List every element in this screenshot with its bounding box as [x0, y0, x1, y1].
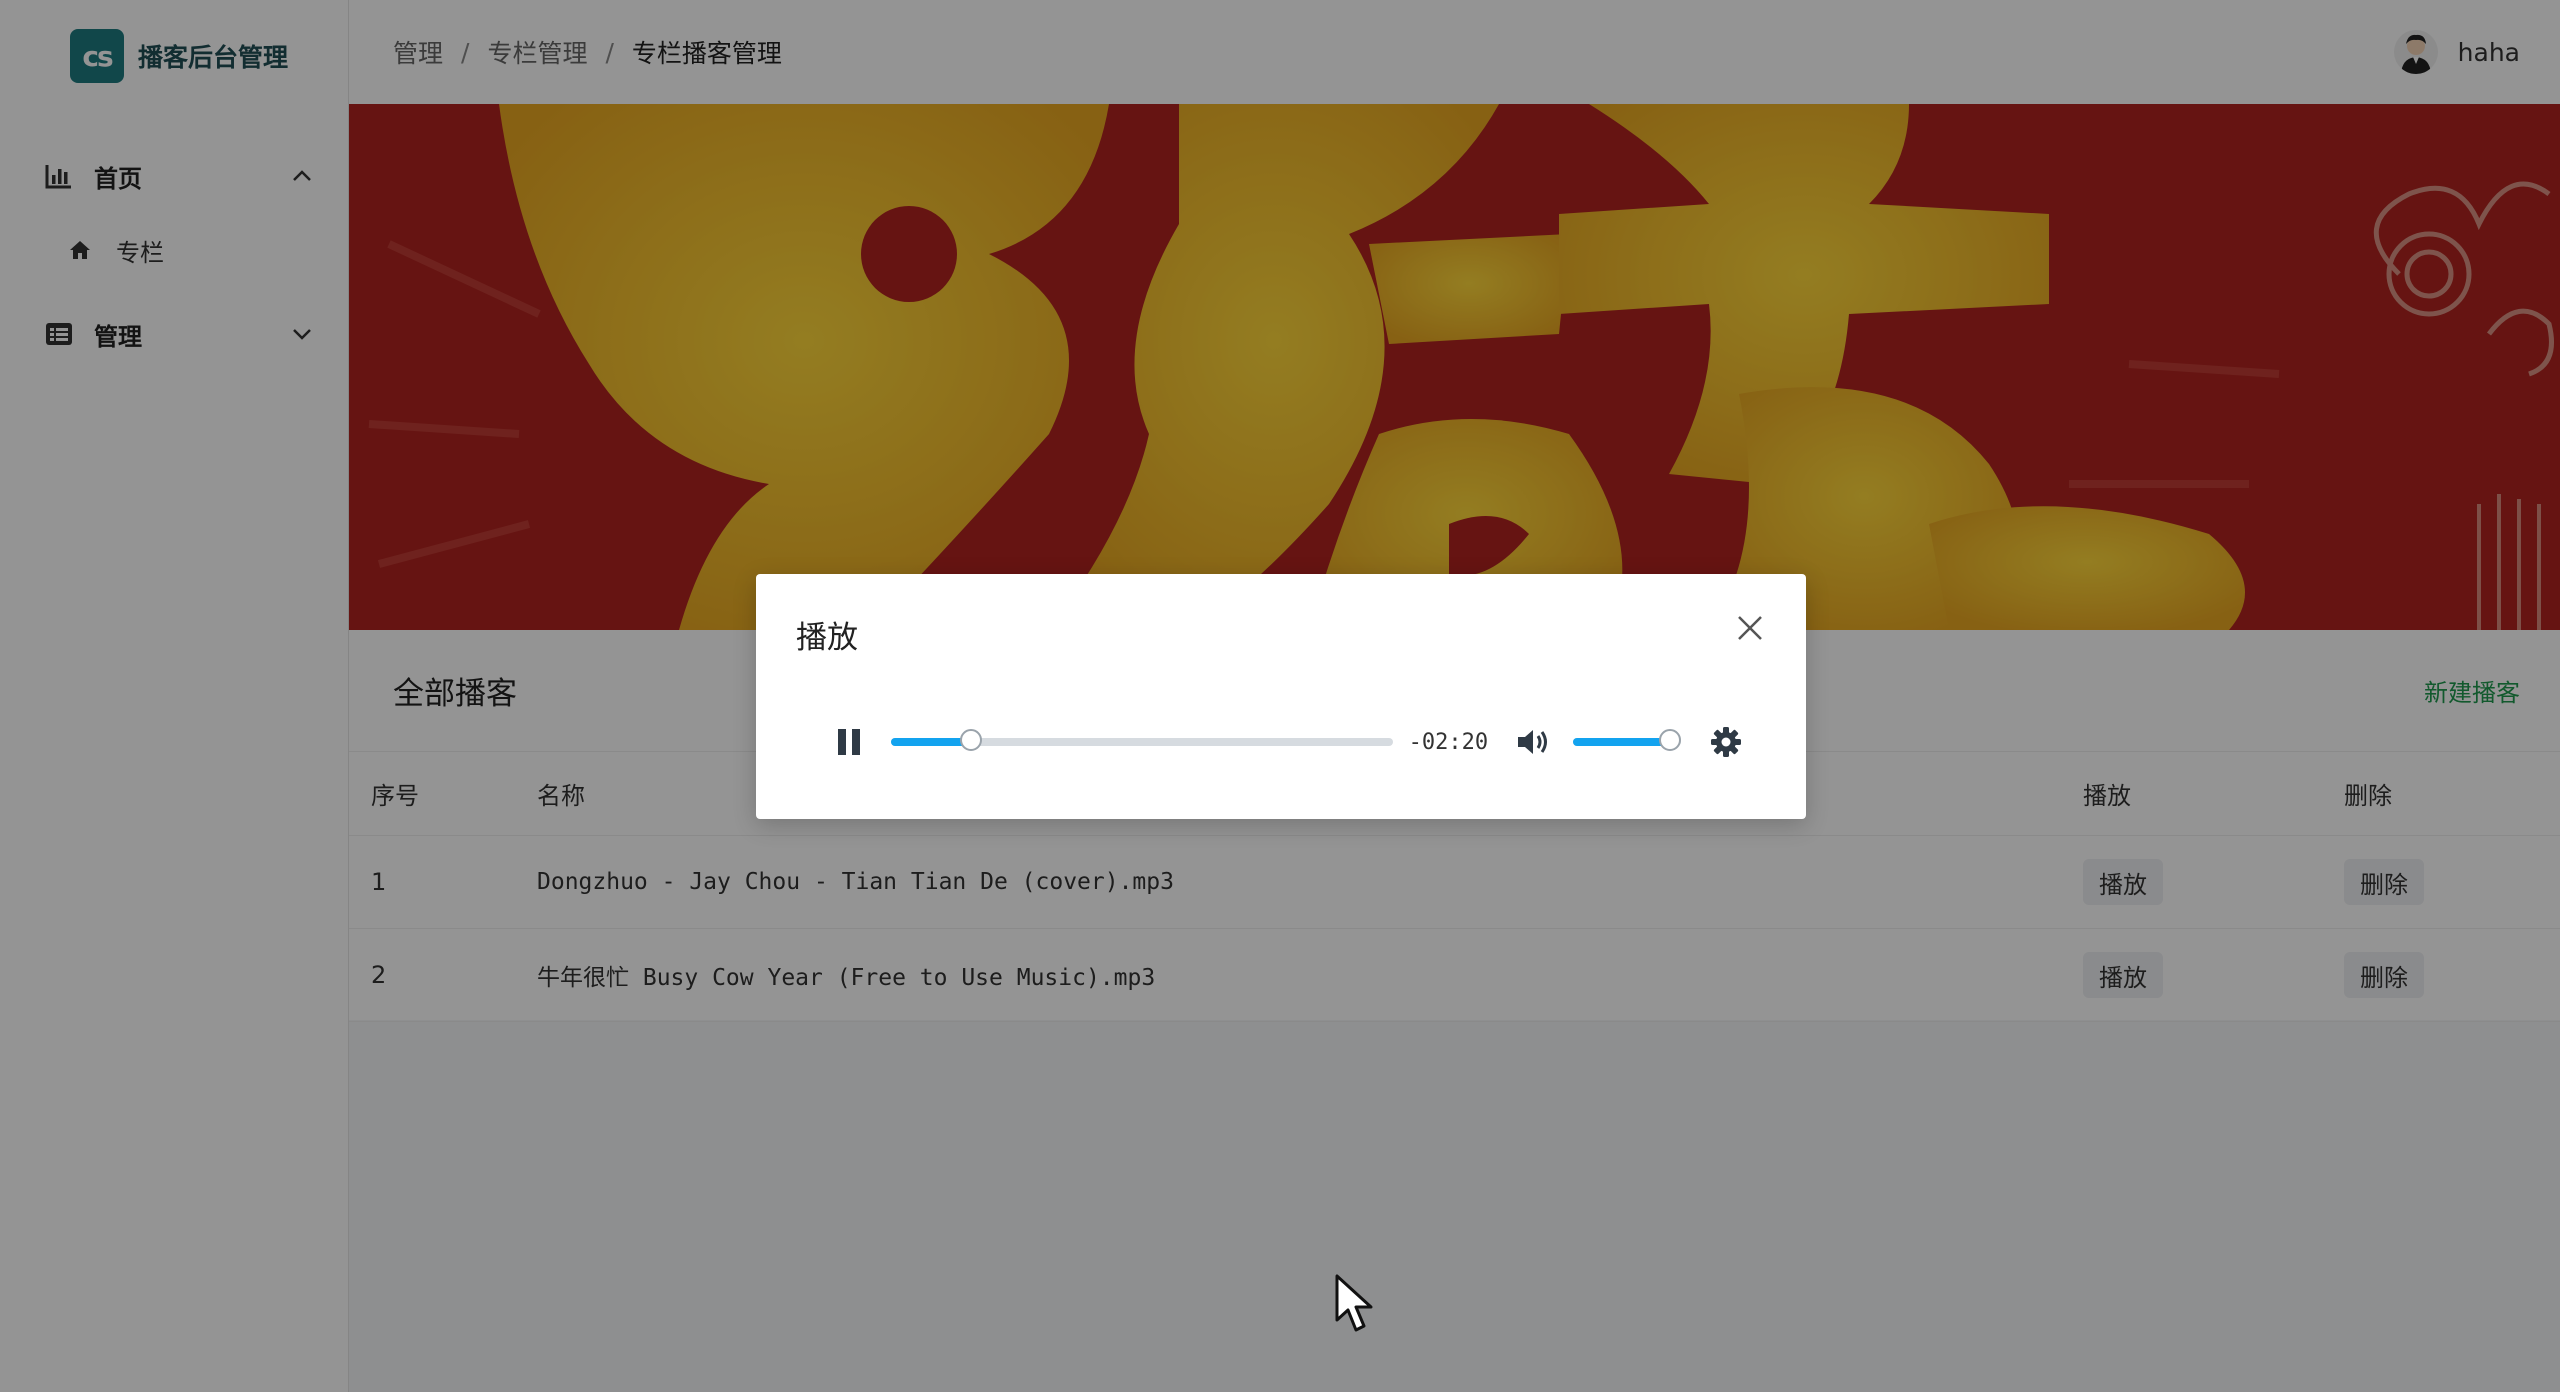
seek-progress-fill [891, 738, 972, 746]
dialog-title: 播放 [796, 620, 858, 656]
close-icon[interactable] [1736, 614, 1764, 642]
seek-slider[interactable] [891, 729, 1393, 751]
audio-player: -02:20 [824, 714, 1746, 770]
play-dialog: 播放 -02:20 [756, 574, 1806, 819]
seek-handle[interactable] [960, 729, 983, 751]
remaining-time: -02:20 [1408, 729, 1489, 755]
volume-icon[interactable] [1513, 722, 1552, 762]
volume-handle[interactable] [1658, 729, 1681, 751]
mouse-cursor-icon [1335, 1274, 1373, 1332]
pause-button[interactable] [824, 717, 873, 767]
volume-fill [1572, 738, 1670, 746]
volume-slider[interactable] [1572, 729, 1681, 751]
gear-icon[interactable] [1707, 722, 1746, 762]
pause-icon [837, 729, 860, 755]
